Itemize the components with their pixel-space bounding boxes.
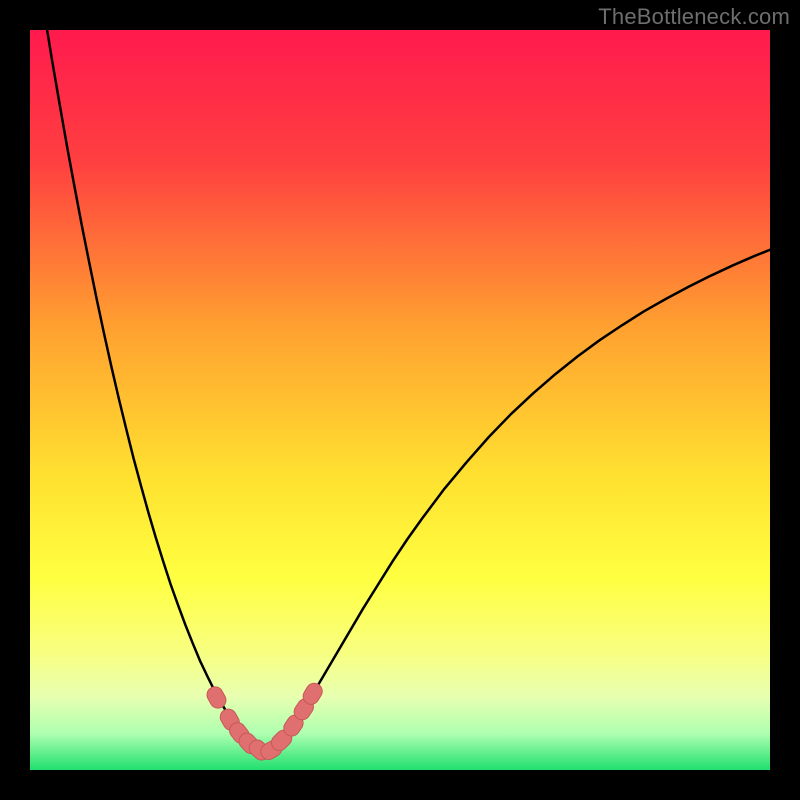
bottleneck-chart [30, 30, 770, 770]
gradient-background [30, 30, 770, 770]
watermark-text: TheBottleneck.com [598, 4, 790, 30]
chart-frame: TheBottleneck.com [0, 0, 800, 800]
plot-area [30, 30, 770, 770]
